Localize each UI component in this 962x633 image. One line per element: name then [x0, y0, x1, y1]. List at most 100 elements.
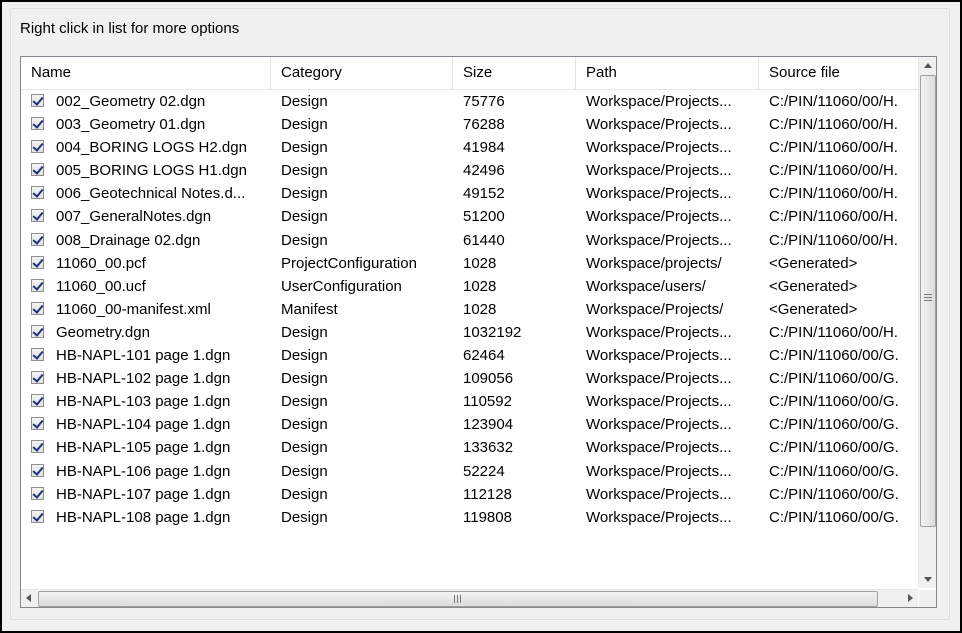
cell-path: Workspace/Projects...: [586, 347, 732, 365]
cell-size: 1028: [463, 254, 497, 272]
row-checkbox[interactable]: [31, 209, 44, 223]
cell-path: Workspace/Projects...: [586, 508, 732, 526]
vertical-scroll-thumb[interactable]: [920, 75, 936, 527]
row-checkbox[interactable]: [31, 486, 44, 500]
cell-size: 41984: [463, 139, 505, 157]
scroll-up-arrow-icon[interactable]: [924, 63, 932, 68]
row-checkbox[interactable]: [31, 186, 44, 200]
cell-source-file: C:/PIN/11060/00/H.: [769, 323, 898, 341]
row-checkbox[interactable]: [31, 440, 44, 454]
cell-path: Workspace/Projects/: [586, 300, 724, 318]
thumb-grip-line: [924, 294, 932, 295]
cell-name: 003_Geometry 01.dgn: [56, 116, 206, 134]
table-row[interactable]: 008_Drainage 02.dgn Design 61440 Workspace/…: [21, 229, 918, 252]
list-rows: 002_Geometry 02.dgn Design 75776 Workspace/…: [21, 90, 918, 529]
horizontal-scrollbar[interactable]: [21, 589, 918, 607]
file-list-view[interactable]: Name Category Size Path Source file 002_…: [20, 56, 937, 608]
table-row[interactable]: 006_Geotechnical Notes.d... Design 49152 Wo…: [21, 182, 918, 205]
scroll-left-arrow-icon[interactable]: [26, 594, 31, 602]
cell-category: UserConfiguration: [281, 277, 402, 295]
cell-size: 119808: [463, 508, 512, 526]
table-row[interactable]: HB-NAPL-108 page 1.dgn Design 119808 Worksp…: [21, 506, 918, 529]
cell-category: Design: [281, 370, 328, 388]
cell-size: 52224: [463, 462, 505, 480]
column-header-source-file[interactable]: Source file: [759, 57, 919, 89]
row-checkbox[interactable]: [31, 117, 44, 131]
row-checkbox[interactable]: [31, 463, 44, 477]
cell-category: Design: [281, 347, 328, 365]
row-checkbox[interactable]: [31, 140, 44, 154]
cell-category: Design: [281, 393, 328, 411]
table-row[interactable]: 11060_00.pcf ProjectConfiguration 1028 Work…: [21, 252, 918, 275]
cell-name: HB-NAPL-105 page 1.dgn: [56, 439, 231, 457]
cell-path: Workspace/Projects...: [586, 139, 732, 157]
table-row[interactable]: HB-NAPL-102 page 1.dgn Design 109056 Worksp…: [21, 367, 918, 390]
column-header-name[interactable]: Name: [21, 57, 271, 89]
cell-category: Design: [281, 416, 328, 434]
cell-category: Design: [281, 485, 328, 503]
row-checkbox[interactable]: [31, 348, 44, 362]
table-row[interactable]: 11060_00.ucf UserConfiguration 1028 Workspa…: [21, 275, 918, 298]
row-checkbox[interactable]: [31, 94, 44, 107]
horizontal-scroll-thumb[interactable]: [38, 591, 878, 607]
cell-source-file: C:/PIN/11060/00/G.: [769, 393, 899, 411]
row-checkbox[interactable]: [31, 301, 44, 315]
cell-path: Workspace/Projects...: [586, 185, 732, 203]
cell-category: ProjectConfiguration: [281, 254, 417, 272]
cell-path: Workspace/Projects...: [586, 162, 732, 180]
table-row[interactable]: HB-NAPL-107 page 1.dgn Design 112128 Worksp…: [21, 483, 918, 506]
cell-source-file: <Generated>: [769, 254, 858, 272]
cell-category: Design: [281, 323, 328, 341]
vertical-scrollbar[interactable]: [918, 57, 936, 588]
cell-path: Workspace/Projects...: [586, 93, 732, 110]
column-header-size[interactable]: Size: [453, 57, 576, 89]
row-checkbox[interactable]: [31, 509, 44, 523]
table-row[interactable]: 005_BORING LOGS H1.dgn Design 42496 Workspa…: [21, 159, 918, 182]
table-row[interactable]: Geometry.dgn Design 1032192 Workspace/Proje…: [21, 321, 918, 344]
scroll-right-arrow-icon[interactable]: [908, 594, 913, 602]
cell-category: Design: [281, 139, 328, 157]
table-row[interactable]: HB-NAPL-103 page 1.dgn Design 110592 Worksp…: [21, 390, 918, 413]
cell-source-file: C:/PIN/11060/00/G.: [769, 370, 899, 388]
table-row[interactable]: HB-NAPL-106 page 1.dgn Design 52224 Workspa…: [21, 460, 918, 483]
cell-category: Design: [281, 439, 328, 457]
cell-category: Design: [281, 116, 328, 134]
cell-path: Workspace/Projects...: [586, 370, 732, 388]
cell-size: 62464: [463, 347, 505, 365]
table-row[interactable]: 11060_00-manifest.xml Manifest 1028 Workspa…: [21, 298, 918, 321]
table-row[interactable]: HB-NAPL-101 page 1.dgn Design 62464 Workspa…: [21, 344, 918, 367]
row-checkbox[interactable]: [31, 278, 44, 292]
thumb-grip-line: [457, 595, 458, 603]
column-header-path[interactable]: Path: [576, 57, 759, 89]
table-row[interactable]: 002_Geometry 02.dgn Design 75776 Workspace/…: [21, 90, 918, 113]
cell-path: Workspace/projects/: [586, 254, 722, 272]
cell-size: 49152: [463, 185, 505, 203]
cell-size: 110592: [463, 393, 512, 411]
cell-size: 1032192: [463, 323, 522, 341]
row-checkbox[interactable]: [31, 417, 44, 431]
table-row[interactable]: HB-NAPL-104 page 1.dgn Design 123904 Worksp…: [21, 413, 918, 436]
column-header-category[interactable]: Category: [271, 57, 453, 89]
row-checkbox[interactable]: [31, 394, 44, 408]
row-checkbox[interactable]: [31, 255, 44, 269]
table-row[interactable]: 004_BORING LOGS H2.dgn Design 41984 Workspa…: [21, 136, 918, 159]
cell-name: 005_BORING LOGS H1.dgn: [56, 162, 247, 180]
cell-name: 008_Drainage 02.dgn: [56, 231, 201, 249]
row-checkbox[interactable]: [31, 163, 44, 177]
cell-path: Workspace/Projects...: [586, 208, 732, 226]
table-row[interactable]: HB-NAPL-105 page 1.dgn Design 133632 Worksp…: [21, 436, 918, 459]
row-checkbox[interactable]: [31, 324, 44, 338]
cell-size: 133632: [463, 439, 514, 457]
cell-name: HB-NAPL-103 page 1.dgn: [56, 393, 231, 411]
row-checkbox[interactable]: [31, 232, 44, 246]
table-row[interactable]: 003_Geometry 01.dgn Design 76288 Workspace/…: [21, 113, 918, 136]
scroll-down-arrow-icon[interactable]: [924, 577, 932, 582]
row-checkbox[interactable]: [31, 371, 44, 385]
cell-size: 1028: [463, 277, 497, 295]
table-row[interactable]: 007_GeneralNotes.dgn Design 51200 Workspace…: [21, 205, 918, 228]
cell-path: Workspace/Projects...: [586, 439, 732, 457]
cell-size: 123904: [463, 416, 514, 434]
cell-category: Manifest: [281, 300, 338, 318]
cell-category: Design: [281, 462, 328, 480]
cell-name: 11060_00.ucf: [56, 277, 146, 295]
